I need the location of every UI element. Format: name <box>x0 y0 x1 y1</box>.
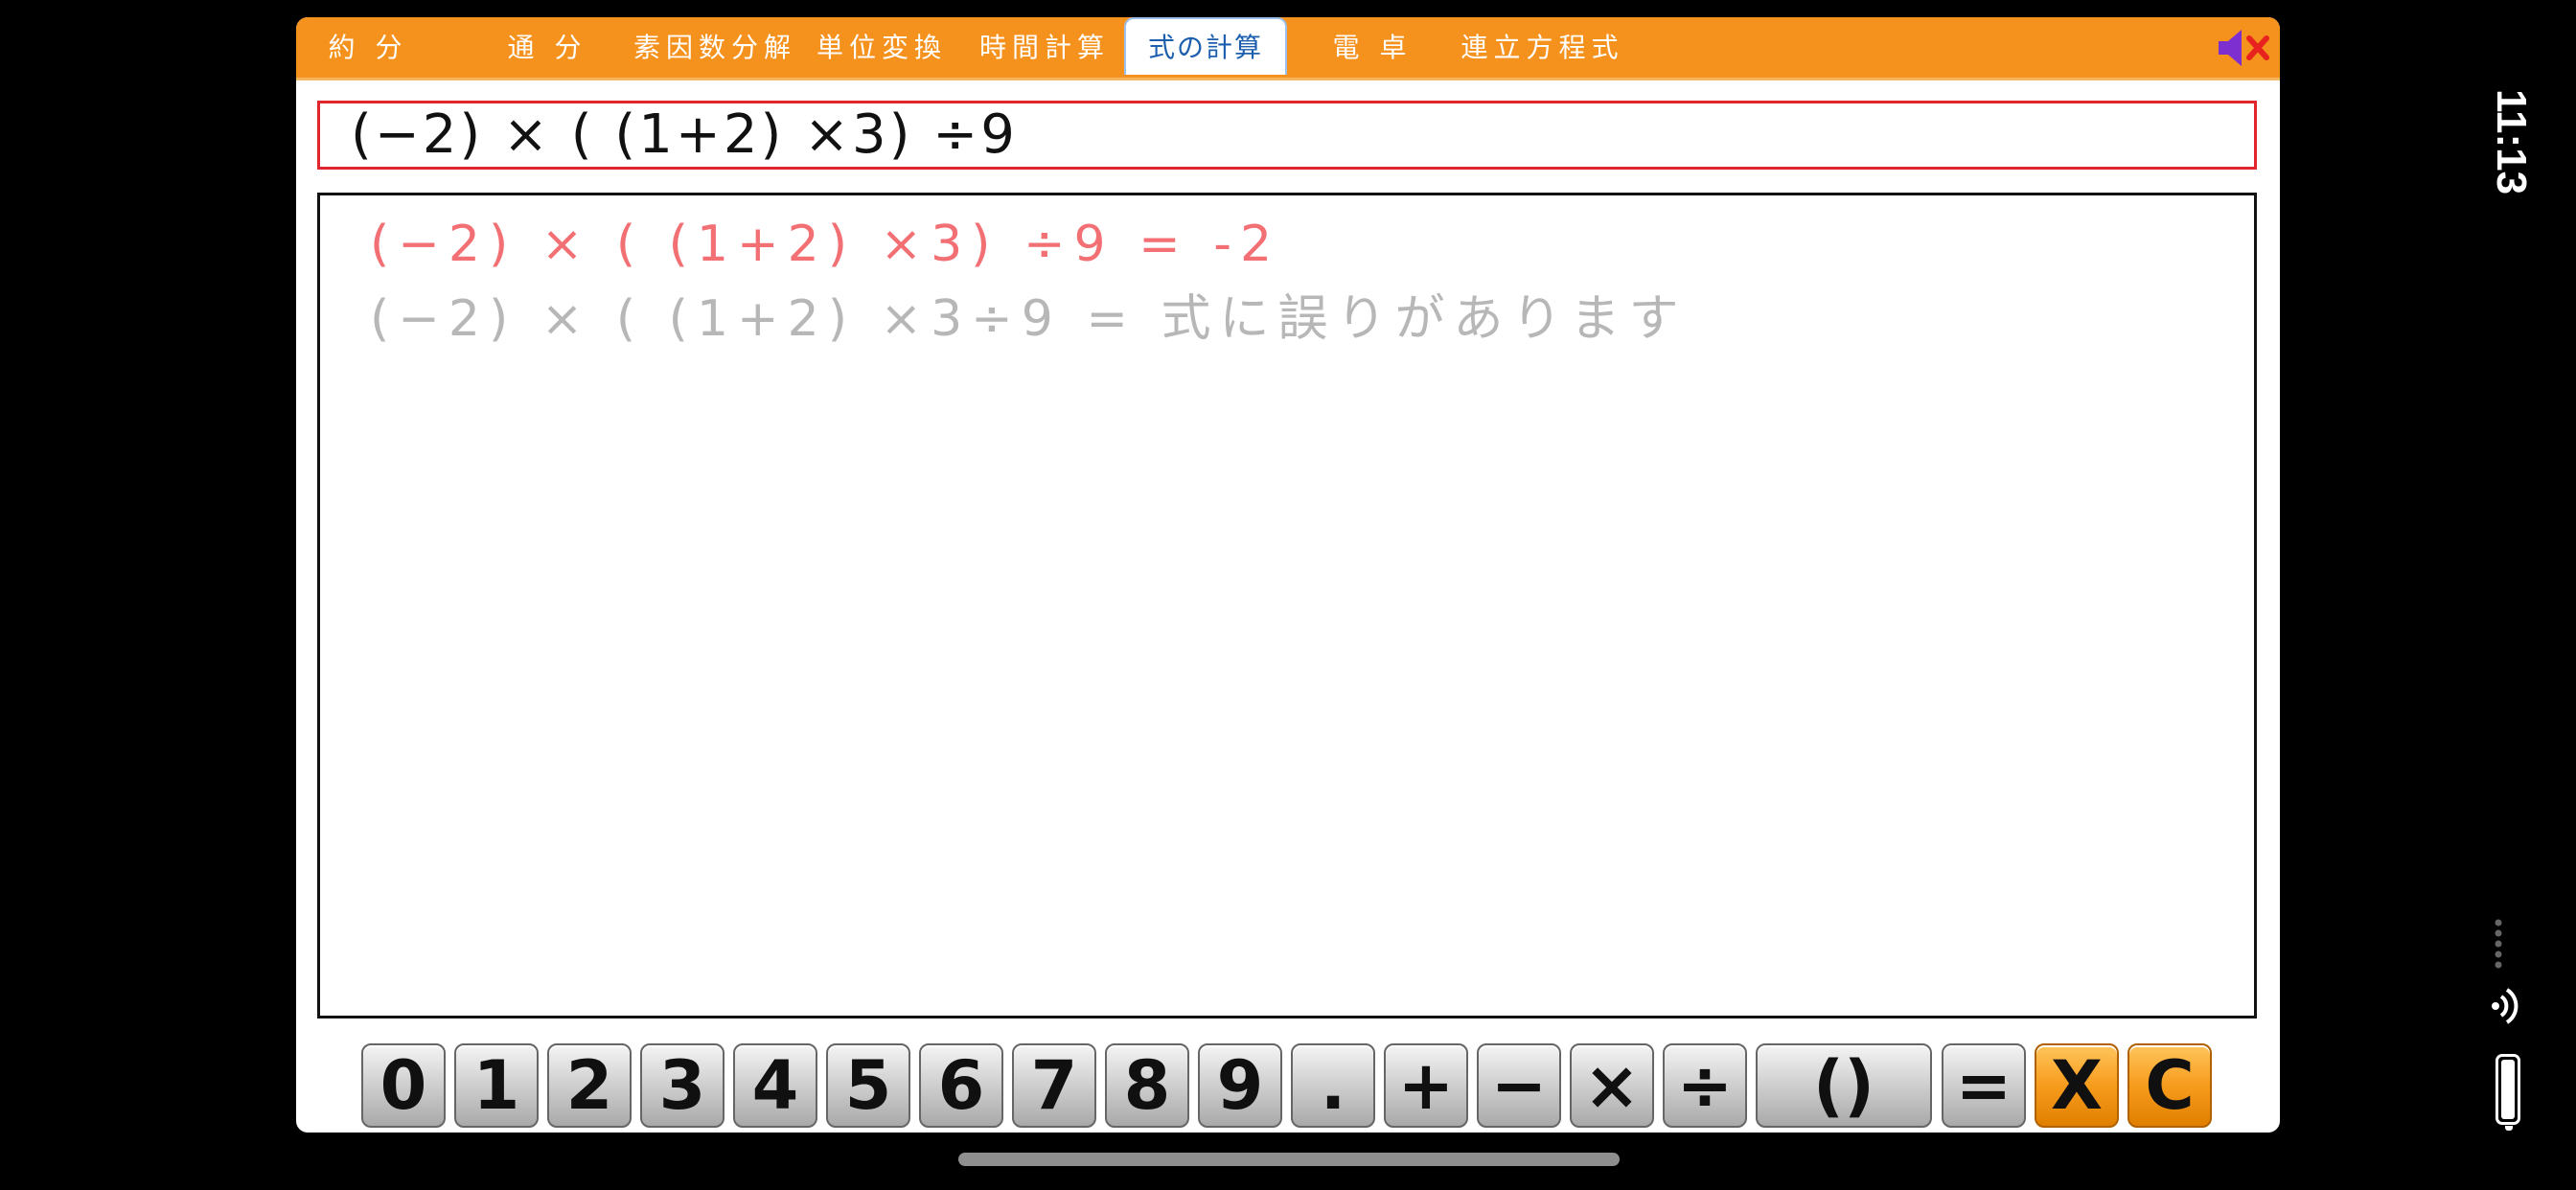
tab-soinsu[interactable]: 素因数分解 <box>633 17 796 78</box>
result-area: (−2) × ( (1+2) ×3) ÷9 = -2 (−2) × ( (1+2… <box>317 193 2257 1018</box>
result-line: (−2) × ( (1+2) ×3) ÷9 = -2 <box>370 216 1281 273</box>
tab-shiki[interactable]: 式の計算 <box>1124 17 1287 75</box>
wifi-icon <box>2490 985 2518 1027</box>
expression-input-text: (−2) × ( (1+2) ×3) ÷9 <box>351 103 1018 166</box>
key-5[interactable]: 5 <box>826 1043 910 1128</box>
key-8[interactable]: 8 <box>1105 1043 1189 1128</box>
home-indicator[interactable] <box>958 1153 1620 1166</box>
tab-dentaku[interactable]: 電 卓 <box>1320 17 1425 78</box>
expression-input[interactable]: (−2) × ( (1+2) ×3) ÷9 <box>317 101 2257 170</box>
keypad: 0 1 2 3 4 5 6 7 8 9 . + − × ÷ () = X C <box>361 1043 2240 1128</box>
tab-tsubun[interactable]: 通 分 <box>494 17 600 78</box>
key-minus[interactable]: − <box>1477 1043 1561 1128</box>
key-plus[interactable]: + <box>1384 1043 1468 1128</box>
key-9[interactable]: 9 <box>1198 1043 1282 1128</box>
speaker-muted-icon[interactable] <box>2215 27 2272 69</box>
key-6[interactable]: 6 <box>919 1043 1003 1128</box>
app-window: 約 分 通 分 素因数分解 単位変換 時間計算 式の計算 電 卓 連立方程式 (… <box>296 17 2280 1133</box>
key-0[interactable]: 0 <box>361 1043 446 1128</box>
key-equals[interactable]: = <box>1942 1043 2026 1128</box>
more-dots-icon <box>2494 918 2503 972</box>
battery-icon <box>2496 1054 2520 1131</box>
tab-renritsu[interactable]: 連立方程式 <box>1454 17 1631 78</box>
key-7[interactable]: 7 <box>1012 1043 1096 1128</box>
key-backspace[interactable]: X <box>2035 1043 2119 1128</box>
tab-tani[interactable]: 単位変換 <box>815 17 949 78</box>
key-1[interactable]: 1 <box>454 1043 539 1128</box>
key-parentheses[interactable]: () <box>1756 1043 1932 1128</box>
key-clear[interactable]: C <box>2128 1043 2212 1128</box>
key-3[interactable]: 3 <box>640 1043 724 1128</box>
key-decimal-point[interactable]: . <box>1291 1043 1375 1128</box>
tab-bar: 約 分 通 分 素因数分解 単位変換 時間計算 式の計算 電 卓 連立方程式 <box>296 17 2280 80</box>
key-2[interactable]: 2 <box>547 1043 632 1128</box>
key-divide[interactable]: ÷ <box>1663 1043 1747 1128</box>
key-4[interactable]: 4 <box>733 1043 817 1128</box>
history-line: (−2) × ( (1+2) ×3÷9 = 式に誤りがあります <box>370 290 1688 348</box>
tab-jikan[interactable]: 時間計算 <box>978 17 1112 78</box>
key-multiply[interactable]: × <box>1570 1043 1654 1128</box>
tab-yakubun[interactable]: 約 分 <box>325 17 411 78</box>
status-time: 11:13 <box>2488 88 2535 195</box>
